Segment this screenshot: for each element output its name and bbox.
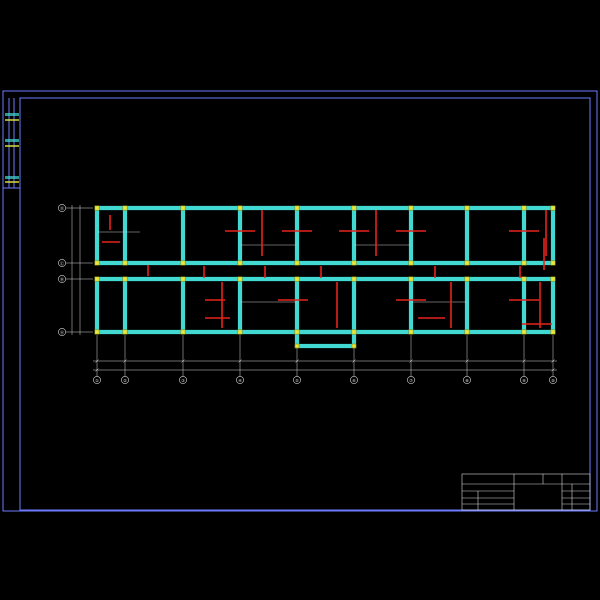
column-4-2 bbox=[237, 260, 243, 266]
column-2-4 bbox=[122, 329, 128, 335]
column-9-3 bbox=[521, 276, 527, 282]
column-3-2 bbox=[180, 260, 186, 266]
axis-label-h-3: ③ bbox=[181, 378, 185, 383]
column-5-3 bbox=[294, 276, 300, 282]
column-2-3 bbox=[122, 276, 128, 282]
column-9-4 bbox=[521, 329, 527, 335]
outer-frame bbox=[2, 90, 598, 512]
axis-label-h-1: ① bbox=[95, 378, 99, 383]
column-4-4 bbox=[237, 329, 243, 335]
column-stair-2 bbox=[351, 343, 357, 349]
column-stair-1 bbox=[294, 343, 300, 349]
axis-label-h-8: ⑧ bbox=[465, 378, 469, 383]
axis-label-h-9: ⑨ bbox=[522, 378, 526, 383]
column-5-2 bbox=[294, 260, 300, 266]
column-1-1 bbox=[94, 205, 100, 211]
column-10-1 bbox=[550, 205, 556, 211]
column-6-1 bbox=[351, 205, 357, 211]
axis-label-h-6: ⑥ bbox=[352, 378, 356, 383]
column-4-1 bbox=[237, 205, 243, 211]
column-8-3 bbox=[464, 276, 470, 282]
rebar-marks bbox=[102, 210, 552, 328]
column-5-1 bbox=[294, 205, 300, 211]
column-6-3 bbox=[351, 276, 357, 282]
column-8-2 bbox=[464, 260, 470, 266]
column-4-3 bbox=[237, 276, 243, 282]
column-2-1 bbox=[122, 205, 128, 211]
column-1-4 bbox=[94, 329, 100, 335]
column-3-1 bbox=[180, 205, 186, 211]
column-7-1 bbox=[408, 205, 414, 211]
column-7-3 bbox=[408, 276, 414, 282]
axis-label-v-4: Ⓓ bbox=[60, 205, 64, 211]
axis-label-h-7: ⑦ bbox=[409, 378, 413, 383]
beam-layout bbox=[94, 205, 556, 349]
inner-frame bbox=[19, 97, 591, 511]
column-1-2 bbox=[94, 260, 100, 266]
column-6-4 bbox=[351, 329, 357, 335]
axis-label-v-3: Ⓒ bbox=[60, 260, 64, 266]
column-9-2 bbox=[521, 260, 527, 266]
column-1-3 bbox=[94, 276, 100, 282]
column-8-1 bbox=[464, 205, 470, 211]
column-6-2 bbox=[351, 260, 357, 266]
column-9-1 bbox=[521, 205, 527, 211]
column-10-4 bbox=[550, 329, 556, 335]
title-block bbox=[461, 473, 591, 511]
column-8-4 bbox=[464, 329, 470, 335]
column-10-3 bbox=[550, 276, 556, 282]
axis-label-h-5: ⑤ bbox=[295, 378, 299, 383]
column-3-3 bbox=[180, 276, 186, 282]
column-5-4 bbox=[294, 329, 300, 335]
axis-label-h-10: ⑩ bbox=[551, 378, 555, 383]
axis-label-v-2: Ⓑ bbox=[60, 276, 64, 282]
axis-label-v-1: Ⓐ bbox=[60, 329, 64, 335]
cad-drawing-canvas: ① ② ③ ④ ⑤ ⑥ ⑦ ⑧ ⑨ ⑩ Ⓐ Ⓑ Ⓒ Ⓓ bbox=[2, 90, 598, 512]
column-7-4 bbox=[408, 329, 414, 335]
axis-label-h-4: ④ bbox=[238, 378, 242, 383]
column-3-4 bbox=[180, 329, 186, 335]
column-2-2 bbox=[122, 260, 128, 266]
column-10-2 bbox=[550, 260, 556, 266]
axis-label-h-2: ② bbox=[123, 378, 127, 383]
column-7-2 bbox=[408, 260, 414, 266]
binding-strip bbox=[3, 98, 20, 189]
